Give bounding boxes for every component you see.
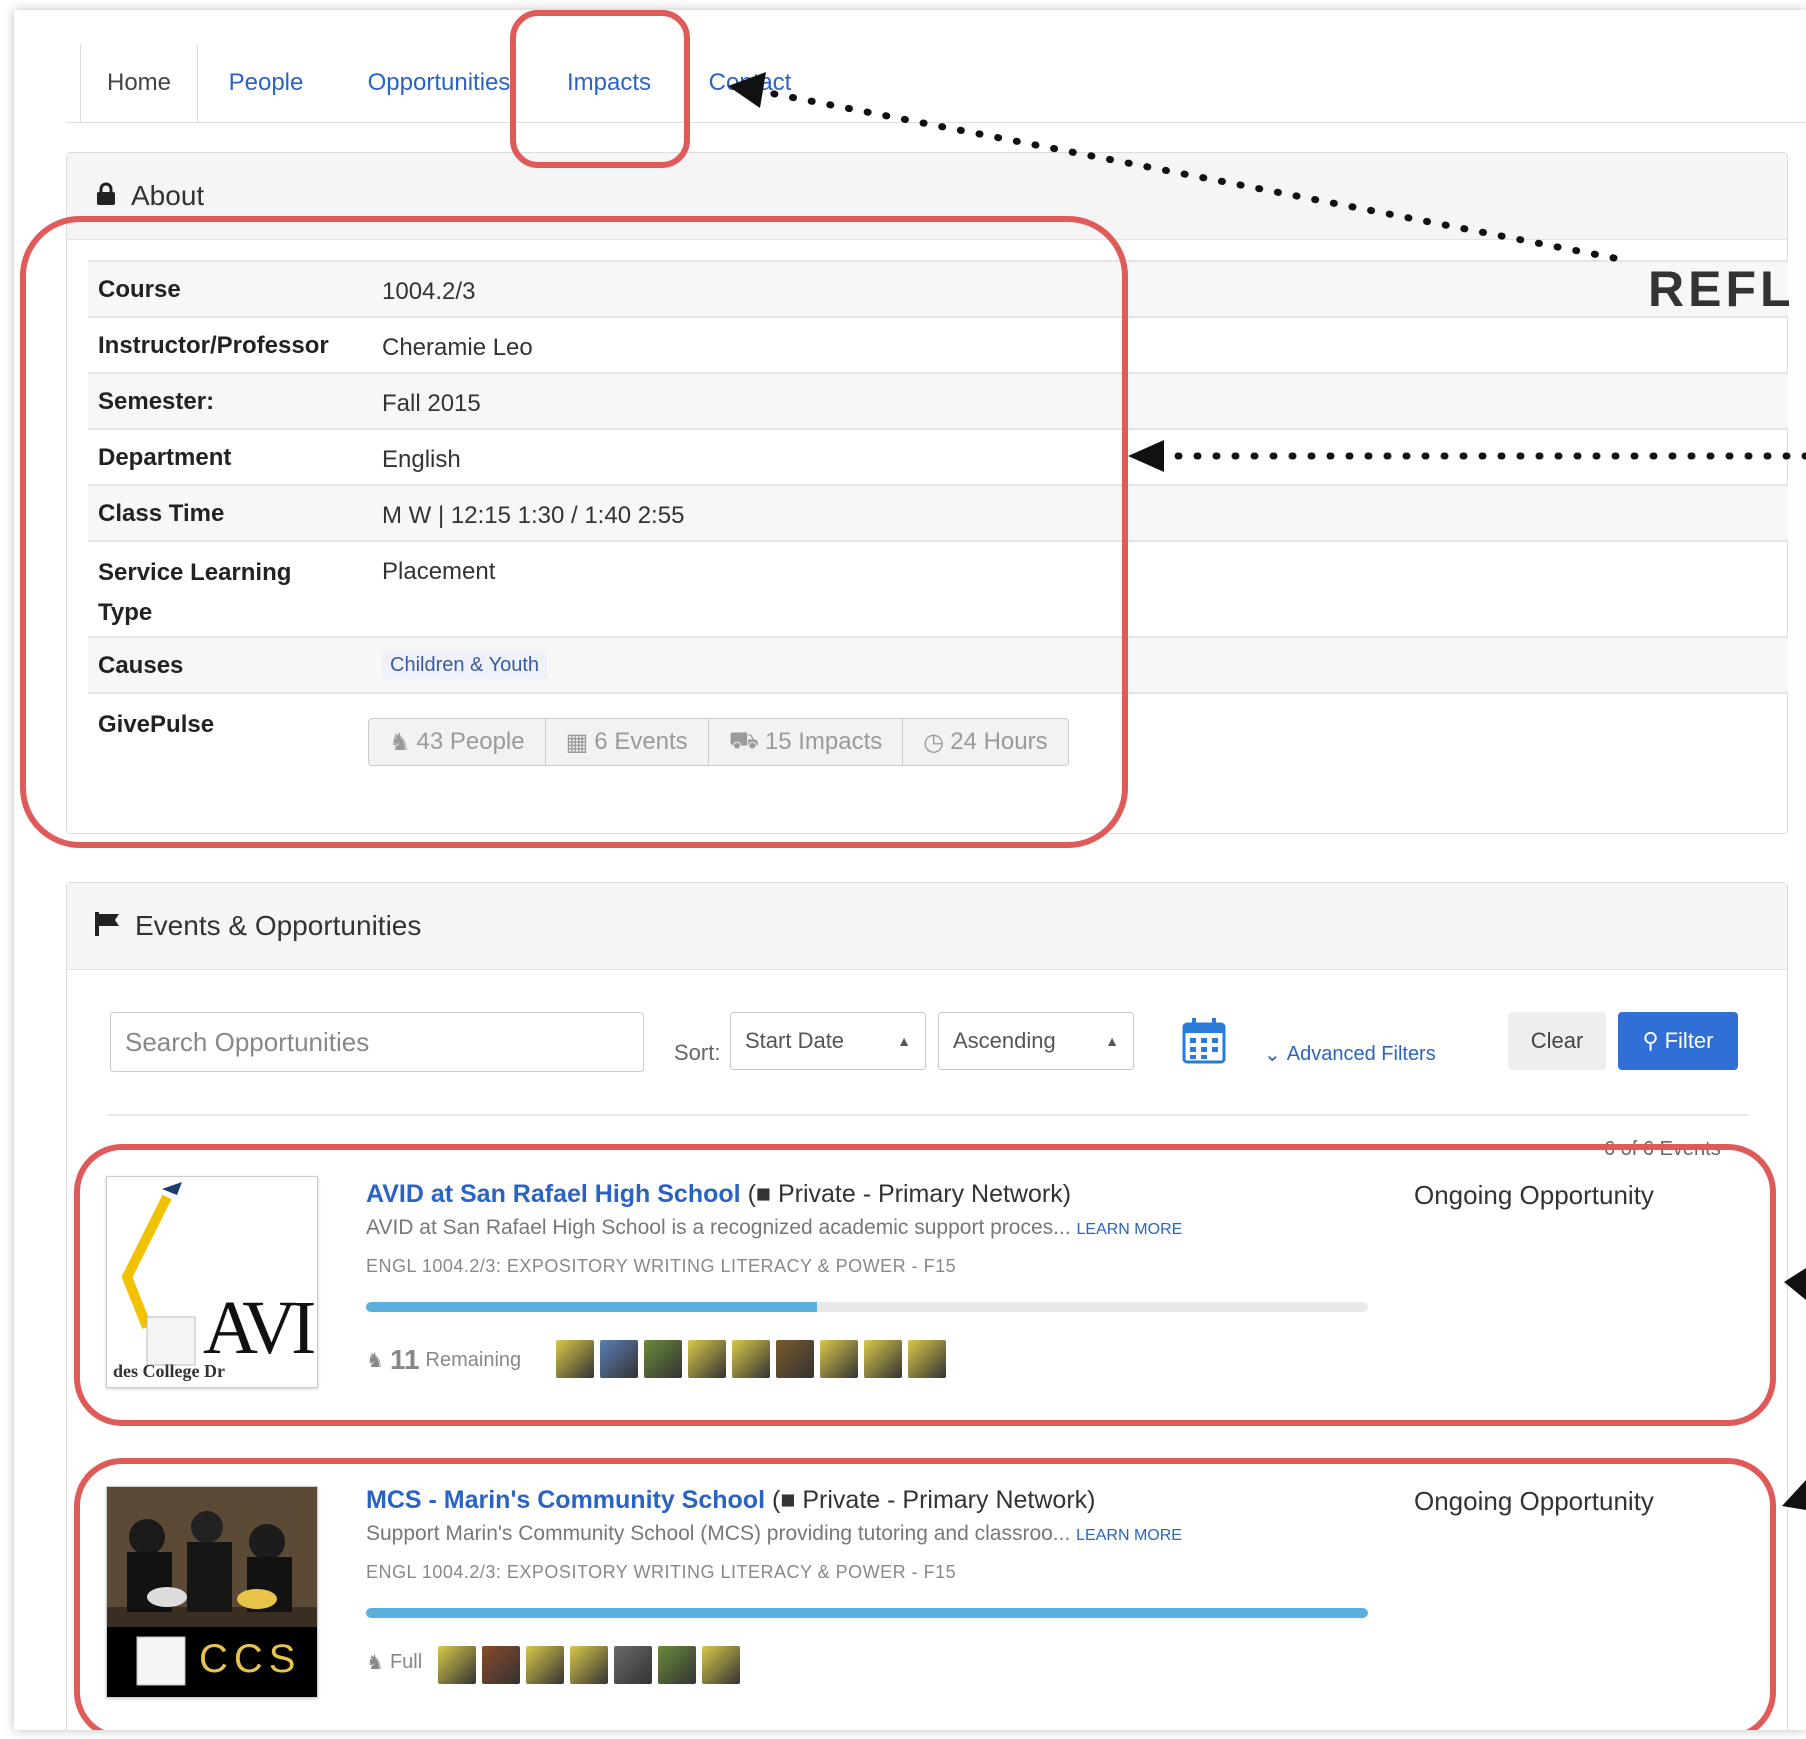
screenshot: Home People Opportunities Impacts Contac…: [14, 10, 1806, 1730]
annotation-arrows: [728, 72, 1806, 1510]
